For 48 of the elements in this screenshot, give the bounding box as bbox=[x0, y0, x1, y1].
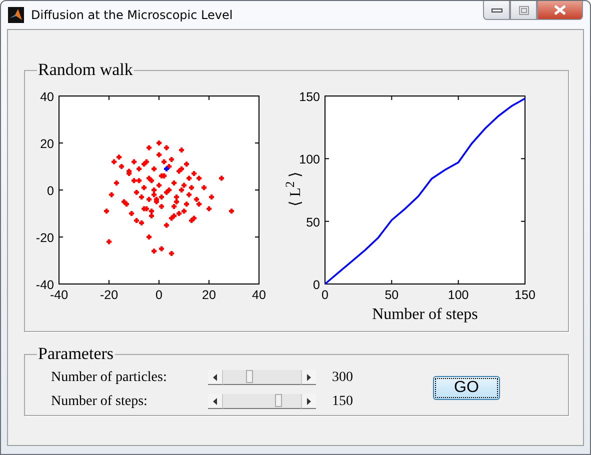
data-point bbox=[200, 184, 208, 192]
data-point bbox=[218, 174, 226, 182]
window-title: Diffusion at the Microscopic Level bbox=[31, 8, 233, 22]
group-title: Random walk bbox=[37, 60, 134, 80]
tick-label: -20 bbox=[100, 288, 118, 302]
slider-thumb[interactable] bbox=[246, 370, 253, 383]
x-axis-label: Number of steps bbox=[372, 306, 478, 323]
data-point bbox=[145, 144, 153, 152]
parameter-label: Number of steps: bbox=[51, 394, 148, 410]
tick-label: 0 bbox=[47, 184, 54, 198]
tick-label: 150 bbox=[299, 90, 320, 104]
tick-label: 50 bbox=[384, 288, 399, 302]
close-button[interactable] bbox=[537, 1, 583, 20]
data-point bbox=[178, 146, 186, 154]
tick-label: 150 bbox=[514, 288, 536, 302]
minimize-icon bbox=[490, 7, 502, 13]
parameter-value: 150 bbox=[332, 394, 353, 410]
tick-label: 50 bbox=[306, 215, 320, 230]
data-point bbox=[168, 250, 176, 258]
data-point bbox=[228, 208, 236, 215]
parameter-label: Number of particles: bbox=[51, 370, 168, 386]
tick-label: 40 bbox=[252, 288, 266, 302]
data-point bbox=[205, 205, 213, 212]
data-point bbox=[208, 193, 216, 201]
slider[interactable] bbox=[208, 370, 316, 385]
tick-label: 20 bbox=[202, 288, 216, 302]
maximize-icon bbox=[518, 6, 528, 14]
go-button[interactable]: GO bbox=[433, 376, 500, 400]
parameter-value: 300 bbox=[332, 370, 353, 386]
tick-label: -20 bbox=[36, 231, 54, 245]
tick-label: 0 bbox=[313, 278, 320, 292]
tick-label: 100 bbox=[448, 288, 469, 302]
tick-label: 0 bbox=[322, 288, 328, 302]
group-title: Parameters bbox=[37, 344, 115, 364]
close-icon bbox=[554, 5, 566, 15]
data-point bbox=[112, 179, 120, 187]
slider-thumb[interactable] bbox=[274, 394, 282, 407]
tick-label: 100 bbox=[299, 152, 320, 167]
tick-label: 20 bbox=[40, 137, 54, 151]
slider[interactable] bbox=[208, 394, 316, 409]
minimize-button[interactable] bbox=[483, 1, 510, 20]
data-point bbox=[105, 238, 113, 246]
data-point bbox=[145, 233, 153, 241]
app-icon bbox=[8, 7, 24, 23]
tick-label: 0 bbox=[156, 288, 162, 302]
data-point bbox=[102, 208, 110, 215]
tick-label: 40 bbox=[40, 90, 54, 104]
data-point bbox=[108, 191, 116, 198]
